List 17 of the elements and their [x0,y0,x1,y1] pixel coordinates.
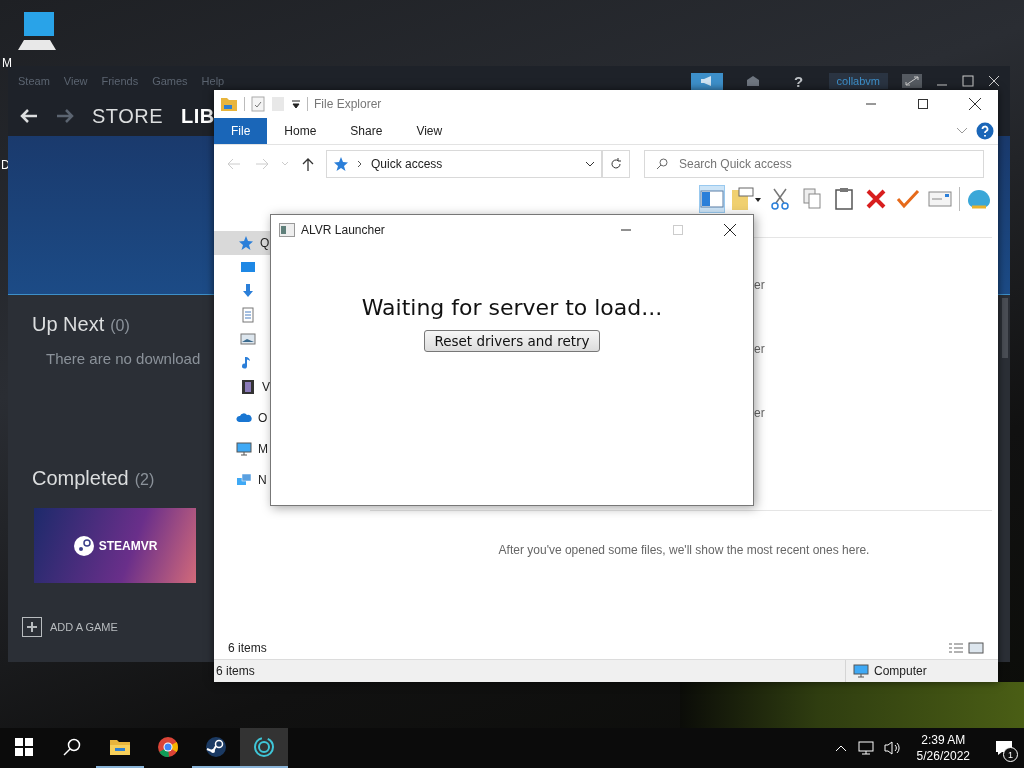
section-count: (2) [134,471,155,489]
desktop-icon-label: M [2,56,12,70]
dialog-title: ALVR Launcher [301,223,385,237]
window-title: File Explorer [314,97,382,111]
section-title: Up Next [32,313,105,336]
folder-tile-caption: er [754,278,766,292]
empty-message: There are no download [46,350,201,367]
status-item-count: 6 items [215,664,255,678]
section-title: Completed [32,467,129,490]
notification-count: 1 [1003,747,1018,762]
item-count: 6 items [228,641,267,655]
status-location: Computer [874,664,927,678]
section-count: (0) [110,317,130,335]
folder-tile-caption: er [754,406,766,420]
status-message: Waiting for server to load... [361,295,663,320]
empty-recent-message: After you've opened some files, we'll show the most recent ones here. [497,543,871,557]
folder-tile-caption: er [754,342,766,356]
